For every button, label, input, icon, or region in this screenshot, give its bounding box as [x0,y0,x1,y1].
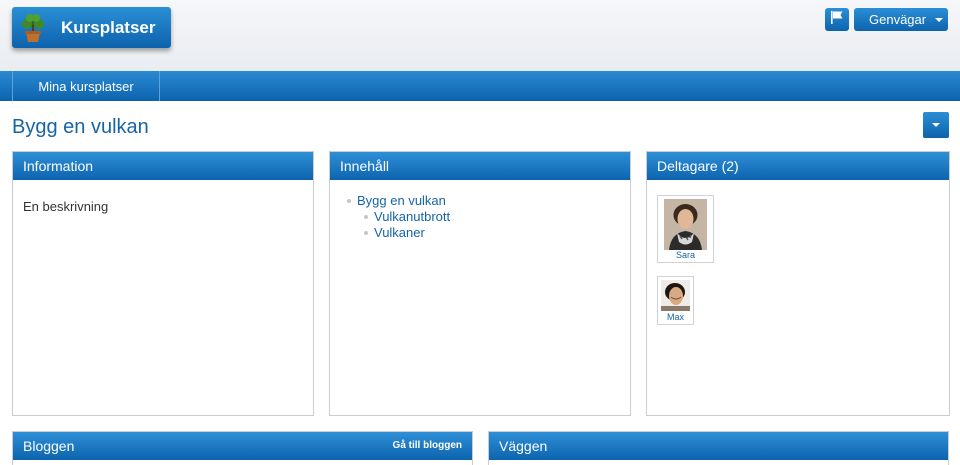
flag-icon [830,10,844,30]
content-link-root[interactable]: Bygg en vulkan [357,193,446,208]
panel-title: Väggen [499,438,548,454]
shortcuts-label: Genvägar [869,12,927,27]
tab-label: Mina kursplatser [38,78,134,94]
content-link-vulkaner[interactable]: Vulkaner [374,225,425,240]
flag-button[interactable] [825,8,849,31]
app-title: Kursplatser [61,17,156,37]
member-card-max[interactable]: Max [657,276,694,325]
page-title: Bygg en vulkan [12,116,149,138]
wall-panel: Väggen [488,431,949,465]
member-name: Sara [675,250,695,260]
chevron-down-icon [935,17,944,22]
tree-logo-icon [20,13,46,43]
content-tree-item: Vulkanutbrott [364,209,630,225]
main-nav: Mina kursplatser [0,71,960,101]
content-panel: Innehåll Bygg en vulkan Vulkanutbrott Vu… [329,151,631,416]
panel-header: Deltagare (2) [647,152,949,180]
panel-title: Deltagare (2) [657,158,739,174]
page-menu-button[interactable] [923,112,949,138]
top-header: Kursplatser Genvägar [0,0,960,71]
go-to-blog-link[interactable]: Gå till bloggen [393,440,462,451]
avatar [661,280,690,311]
chevron-down-icon [932,123,940,127]
blog-panel: Bloggen Gå till bloggen [12,431,473,465]
content-tree-item: Vulkaner [364,225,630,241]
panel-header: Innehåll [330,152,630,180]
course-description: En beskrivning [23,199,109,214]
avatar [664,199,707,250]
panel-header: Bloggen Gå till bloggen [13,432,472,460]
content-tree-item: Bygg en vulkan Vulkanutbrott Vulkaner [347,193,630,241]
panel-title: Bloggen [23,438,75,454]
participants-panel: Deltagare (2) Sara Max [646,151,950,416]
shortcuts-dropdown-button[interactable]: Genvägar [854,8,948,31]
member-name: Max [666,312,684,322]
information-panel: Information En beskrivning [12,151,314,416]
panel-title: Information [23,158,94,174]
panel-header: Information [13,152,313,180]
tab-mina-kursplatser[interactable]: Mina kursplatser [12,71,160,101]
panel-header: Väggen [489,432,948,460]
content-tree: Bygg en vulkan Vulkanutbrott Vulkaner [330,180,630,241]
member-card-sara[interactable]: Sara [657,195,714,263]
app-logo-button[interactable]: Kursplatser [12,7,171,48]
panel-title: Innehåll [340,158,390,174]
content-link-vulkanutbrott[interactable]: Vulkanutbrott [374,209,450,224]
